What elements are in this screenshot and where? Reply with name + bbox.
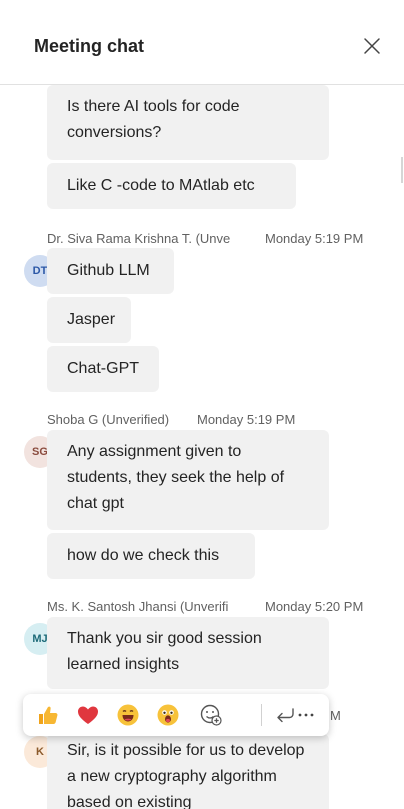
scrollbar[interactable] xyxy=(401,157,403,183)
sender-name: Dr. Siva Rama Krishna T. (Unve xyxy=(47,231,231,246)
chat-message[interactable]: Sir, is it possible for us to develop a … xyxy=(47,734,329,809)
sender-name-partial: M xyxy=(330,708,341,723)
message-text: Github LLM xyxy=(67,262,150,279)
message-meta: Dr. Siva Rama Krishna T. (Unve Monday 5:… xyxy=(47,231,363,246)
more-options-button[interactable] xyxy=(294,703,318,727)
add-reaction-icon xyxy=(200,704,222,726)
add-reaction-button[interactable] xyxy=(199,703,223,727)
chat-message[interactable]: Is there AI tools for code conversions? xyxy=(47,85,329,160)
message-text: Sir, is it possible for us to develop a … xyxy=(67,742,305,809)
chat-header: Meeting chat xyxy=(0,0,404,85)
chat-message[interactable]: Chat-GPT xyxy=(47,346,159,392)
sender-name: Shoba G (Unverified) xyxy=(47,412,170,427)
message-text: Is there AI tools for code conversions? xyxy=(67,98,240,141)
message-timestamp: Monday 5:19 PM xyxy=(265,231,364,246)
chat-message[interactable]: Thank you sir good session learned insig… xyxy=(47,617,329,689)
surprised-reaction-button[interactable] xyxy=(156,703,180,727)
like-reaction-button[interactable] xyxy=(36,703,60,727)
heart-icon xyxy=(78,706,98,724)
message-text: Chat-GPT xyxy=(67,360,140,377)
message-text: how do we check this xyxy=(67,547,220,564)
laugh-icon xyxy=(117,704,139,726)
message-text: Jasper xyxy=(67,311,116,328)
surprised-icon xyxy=(157,704,179,726)
more-options-icon xyxy=(298,713,314,717)
message-timestamp: Monday 5:19 PM xyxy=(197,412,296,427)
message-meta: Ms. K. Santosh Jhansi (Unverifi Monday 5… xyxy=(47,599,363,614)
sender-name: Ms. K. Santosh Jhansi (Unverifi xyxy=(47,599,229,614)
chat-message[interactable]: Any assignment given to students, they s… xyxy=(47,430,329,530)
message-timestamp: Monday 5:20 PM xyxy=(265,599,364,614)
chat-message[interactable]: Like C -code to MAtlab etc xyxy=(47,163,296,209)
close-icon xyxy=(364,38,380,54)
message-text: Any assignment given to students, they s… xyxy=(67,443,285,512)
reply-button[interactable] xyxy=(251,703,294,727)
reaction-toolbar xyxy=(23,694,329,736)
like-icon xyxy=(39,706,58,724)
chat-message[interactable]: Github LLM xyxy=(47,248,174,294)
page-title: Meeting chat xyxy=(34,36,145,56)
chat-message[interactable]: how do we check this xyxy=(47,533,255,579)
heart-reaction-button[interactable] xyxy=(76,703,100,727)
chat-message[interactable]: Jasper xyxy=(47,297,131,343)
message-text: Like C -code to MAtlab etc xyxy=(67,177,255,194)
message-meta: Shoba G (Unverified) Monday 5:19 PM xyxy=(47,412,295,427)
laugh-reaction-button[interactable] xyxy=(116,703,140,727)
message-text: Thank you sir good session learned insig… xyxy=(67,630,262,673)
close-button[interactable] xyxy=(362,36,382,56)
